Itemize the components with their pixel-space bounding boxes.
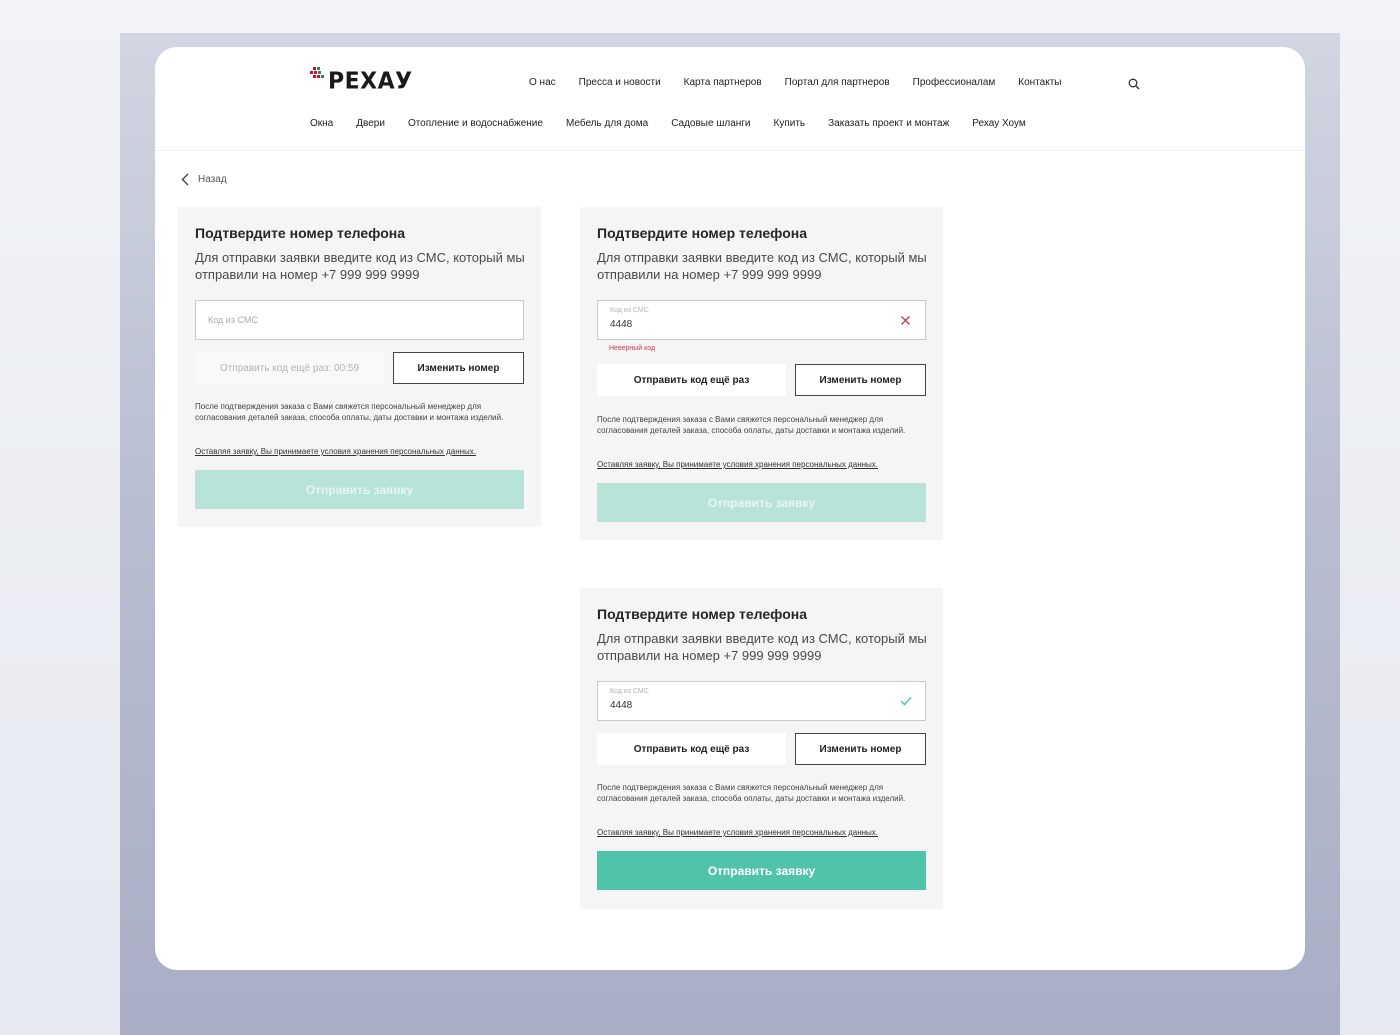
change-number-button[interactable]: Изменить номер (393, 352, 524, 384)
sms-code-placeholder: Код из СМС (208, 315, 258, 325)
consent-link[interactable]: Оставляя заявку, Вы принимаете условия х… (597, 460, 878, 469)
main-nav-bottom: Окна Двери Отопление и водоснабжение Меб… (310, 118, 1026, 129)
form-title: Подтвердите номер телефона (597, 606, 808, 622)
submit-request-button[interactable]: Отправить заявку (195, 470, 524, 509)
back-link-label: Назад (198, 174, 227, 185)
sms-code-label: Код из СМС (610, 307, 649, 314)
manager-note: После подтверждения заказа с Вами свяжет… (195, 402, 504, 422)
manager-note: После подтверждения заказа с Вами свяжет… (597, 783, 906, 803)
nav-item-windows[interactable]: Окна (310, 118, 333, 129)
sms-code-value: 4448 (610, 319, 633, 330)
nav-item-partners-map[interactable]: Карта партнеров (684, 77, 762, 88)
nav-item-about[interactable]: О нас (529, 77, 556, 88)
logo-wordmark: РЕХАУ (328, 68, 413, 95)
chevron-left-icon (181, 173, 189, 186)
manager-note: После подтверждения заказа с Вами свяжет… (597, 415, 906, 435)
sms-code-input[interactable]: Код из СМС 4448 (597, 681, 926, 721)
form-title: Подтвердите номер телефона (195, 225, 406, 241)
nav-item-professionals[interactable]: Профессионалам (913, 77, 996, 88)
resend-code-button[interactable]: Отправить код ещё раз: 00:59 (195, 352, 384, 384)
sms-code-label: Код из СМС (610, 688, 649, 695)
page-canvas: РЕХАУ О нас Пресса и новости Карта партн… (155, 47, 1305, 970)
submit-request-button[interactable]: Отправить заявку (597, 851, 926, 890)
sms-form-error: Подтвердите номер телефона Для отправки … (580, 207, 943, 540)
form-description: Для отправки заявки введите код из СМС, … (597, 250, 927, 282)
sms-code-input[interactable]: Код из СМС 4448 (597, 300, 926, 340)
submit-request-button[interactable]: Отправить заявку (597, 483, 926, 522)
nav-item-order-project[interactable]: Заказать проект и монтаж (828, 118, 949, 129)
check-icon (900, 696, 912, 706)
sms-code-value: 4448 (610, 700, 633, 711)
nav-item-partner-portal[interactable]: Портал для партнеров (785, 77, 890, 88)
form-description: Для отправки заявки введите код из СМС, … (195, 250, 525, 282)
nav-item-press[interactable]: Пресса и новости (579, 77, 661, 88)
site-header: РЕХАУ О нас Пресса и новости Карта партн… (155, 47, 1305, 151)
nav-item-heating[interactable]: Отопление и водоснабжение (408, 118, 543, 129)
close-icon[interactable] (900, 315, 911, 326)
rehau-logo[interactable]: РЕХАУ (310, 67, 412, 97)
nav-item-garden-hoses[interactable]: Садовые шланги (671, 118, 750, 129)
change-number-button[interactable]: Изменить номер (795, 364, 926, 396)
resend-code-button[interactable]: Отправить код ещё раз (597, 733, 786, 765)
form-title: Подтвердите номер телефона (597, 225, 808, 241)
back-link[interactable]: Назад (181, 173, 227, 186)
consent-link[interactable]: Оставляя заявку, Вы принимаете условия х… (195, 447, 476, 456)
search-icon[interactable] (1128, 78, 1140, 90)
sms-form-valid: Подтвердите номер телефона Для отправки … (580, 588, 943, 909)
main-nav-top: О нас Пресса и новости Карта партнеров П… (529, 77, 1061, 88)
nav-item-doors[interactable]: Двери (356, 118, 385, 129)
change-number-button[interactable]: Изменить номер (795, 733, 926, 765)
sms-code-input[interactable]: Код из СМС (195, 300, 524, 340)
nav-item-furniture[interactable]: Мебель для дома (566, 118, 648, 129)
resend-code-button[interactable]: Отправить код ещё раз (597, 364, 786, 396)
sms-form-initial: Подтвердите номер телефона Для отправки … (178, 207, 541, 527)
nav-item-buy[interactable]: Купить (774, 118, 806, 129)
nav-item-contacts[interactable]: Контакты (1018, 77, 1061, 88)
logo-mark-icon (310, 67, 324, 78)
consent-link[interactable]: Оставляя заявку, Вы принимаете условия х… (597, 828, 878, 837)
form-description: Для отправки заявки введите код из СМС, … (597, 631, 927, 663)
error-message: Неверный код (609, 345, 656, 352)
nav-item-rehau-home[interactable]: Рехау Хоум (972, 118, 1025, 129)
